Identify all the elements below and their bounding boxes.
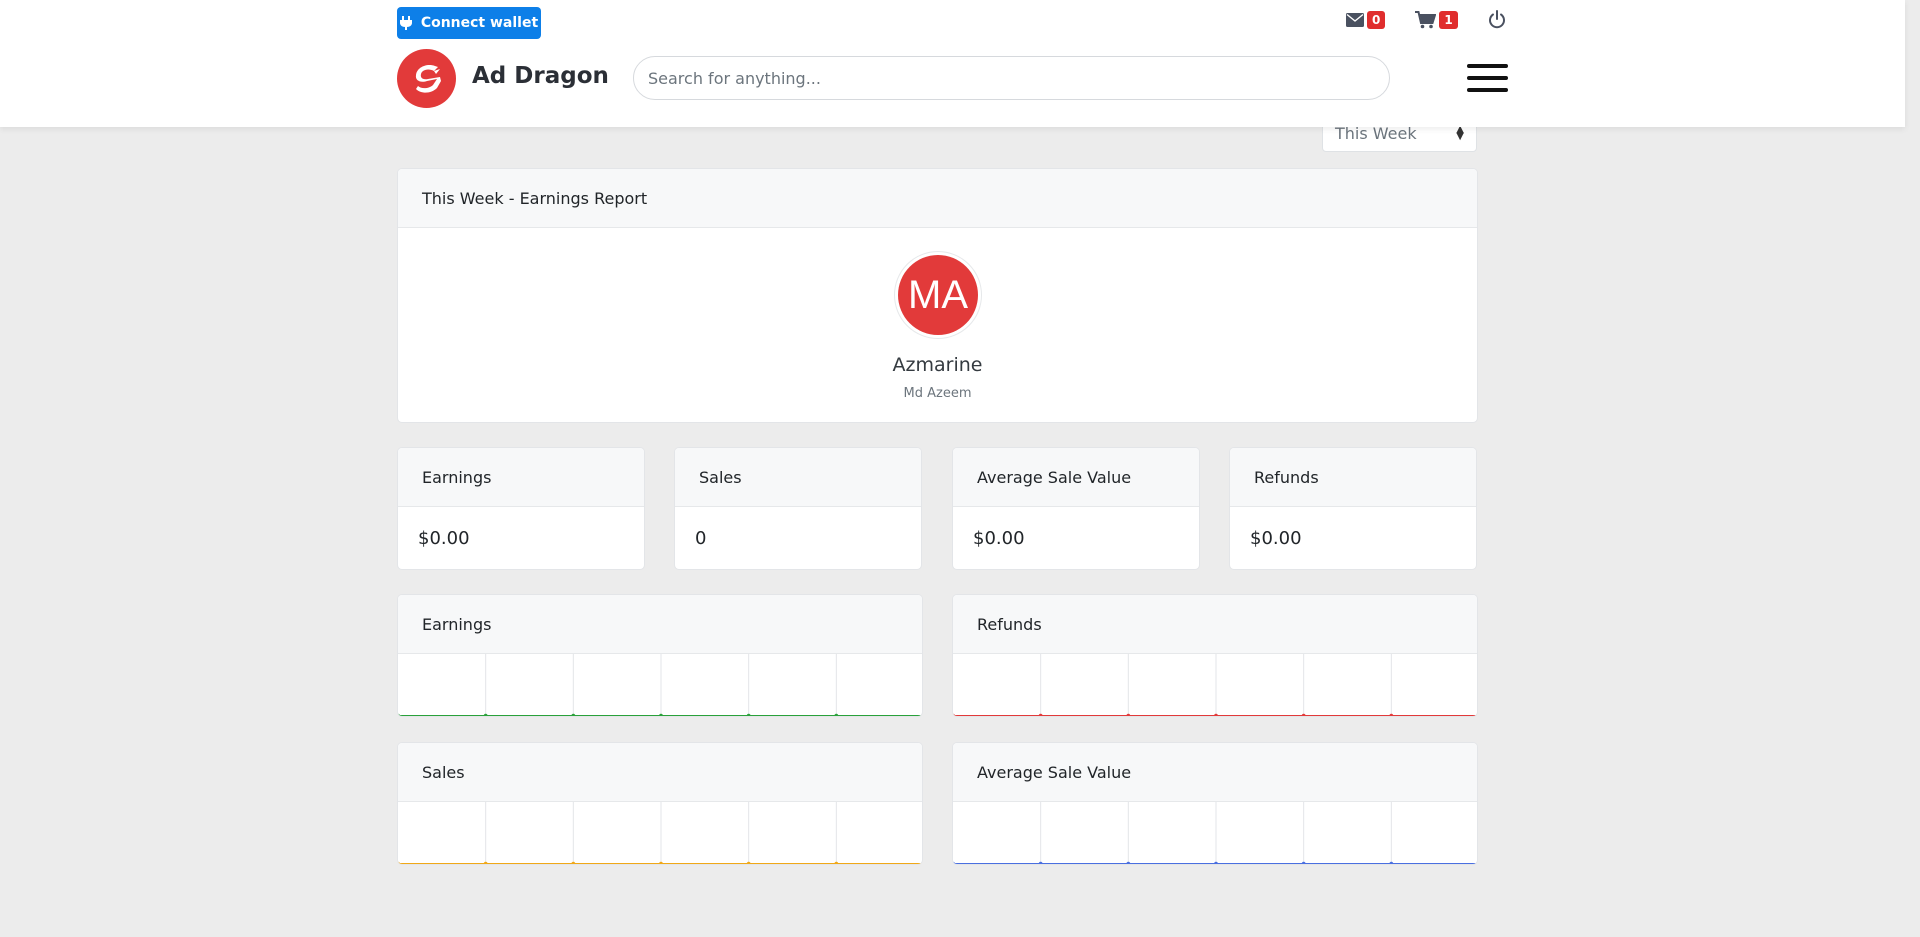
chart-data-point [1301, 713, 1306, 716]
chart-data-point [571, 713, 576, 716]
dragon-logo-icon [415, 64, 441, 93]
menu-button[interactable] [1467, 64, 1508, 92]
stat-label: Sales [675, 448, 921, 507]
chart-data-point [571, 861, 576, 864]
chart-data-point [1301, 861, 1306, 864]
messages-button[interactable]: 0 [1346, 10, 1386, 29]
earnings-report-title: This Week - Earnings Report [398, 169, 1477, 228]
chart-data-point [483, 713, 488, 716]
sales-chart [398, 802, 922, 864]
chart-data-point [1213, 861, 1219, 864]
chart-data-point [658, 861, 664, 864]
plug-icon [399, 16, 412, 30]
chart-data-point [1476, 715, 1477, 716]
chart-data-point [398, 861, 401, 864]
chart-data-point [1213, 713, 1219, 716]
stat-label: Refunds [1230, 448, 1476, 507]
brand-logo[interactable] [397, 49, 456, 108]
menu-bar-icon [1467, 64, 1508, 68]
avatar: MA [894, 251, 982, 339]
envelope-icon [1346, 12, 1364, 27]
chart-data-point [1389, 861, 1394, 864]
menu-bar-icon [1467, 76, 1508, 80]
stat-card-average-sale-value: Average Sale Value $0.00 [952, 447, 1200, 570]
earnings-report-card: This Week - Earnings Report MA Azmarine … [397, 168, 1478, 423]
chart-data-point [953, 713, 956, 716]
top-header: Connect wallet 0 1 Ad Dragon Search for … [0, 0, 1905, 127]
stat-label: Average Sale Value [953, 448, 1199, 507]
chart-data-point [1038, 713, 1043, 716]
user-subtitle: Md Azeem [903, 386, 972, 401]
chart-data-point [658, 713, 664, 716]
cart-count-badge: 1 [1439, 10, 1458, 29]
stat-card-refunds: Refunds $0.00 [1229, 447, 1477, 570]
power-icon [1488, 10, 1505, 29]
earnings-chart [398, 654, 922, 716]
cart-button[interactable]: 1 [1415, 10, 1458, 29]
stat-card-earnings: Earnings $0.00 [397, 447, 645, 570]
chart-data-point [398, 713, 401, 716]
chart-data-point [953, 861, 956, 864]
menu-bar-icon [1467, 88, 1508, 92]
power-button[interactable] [1488, 10, 1506, 29]
average-sale-value-chart-card: Average Sale Value [952, 742, 1478, 865]
stat-value: 0 [695, 528, 707, 549]
chart-data-point [921, 863, 922, 864]
chart-title: Sales [398, 743, 922, 802]
chart-title: Refunds [953, 595, 1477, 654]
search-input[interactable] [633, 56, 1390, 100]
top-icon-bar: 0 1 [1346, 10, 1506, 29]
connect-wallet-button[interactable]: Connect wallet [397, 7, 541, 39]
chart-data-point [834, 713, 839, 716]
chart-data-point [1476, 863, 1477, 864]
refunds-chart [953, 654, 1477, 716]
stat-value: $0.00 [418, 528, 470, 549]
stat-value: $0.00 [1250, 528, 1302, 549]
chart-data-point [1126, 713, 1131, 716]
avatar-initials: MA [898, 255, 978, 335]
cart-icon [1415, 10, 1437, 28]
connect-wallet-label: Connect wallet [420, 15, 539, 31]
stat-label: Earnings [398, 448, 644, 507]
refunds-chart-card: Refunds [952, 594, 1478, 717]
average-sale-value-chart [953, 802, 1477, 864]
chart-data-point [1038, 861, 1043, 864]
brand-name: Ad Dragon [472, 63, 609, 89]
messages-count-badge: 0 [1367, 10, 1386, 29]
chart-title: Average Sale Value [953, 743, 1477, 802]
stat-card-sales: Sales 0 [674, 447, 922, 570]
chart-title: Earnings [398, 595, 922, 654]
chart-data-point [1126, 861, 1131, 864]
chart-data-point [483, 861, 488, 864]
chart-data-point [746, 713, 751, 716]
user-name: Azmarine [892, 354, 983, 376]
chart-data-point [1389, 713, 1394, 716]
sort-arrows-icon: ▲ ▼ [1456, 124, 1464, 142]
earnings-chart-card: Earnings [397, 594, 923, 717]
sales-chart-card: Sales [397, 742, 923, 865]
chart-data-point [834, 861, 839, 864]
chart-data-point [921, 715, 922, 716]
chart-data-point [746, 861, 751, 864]
stat-value: $0.00 [973, 528, 1025, 549]
